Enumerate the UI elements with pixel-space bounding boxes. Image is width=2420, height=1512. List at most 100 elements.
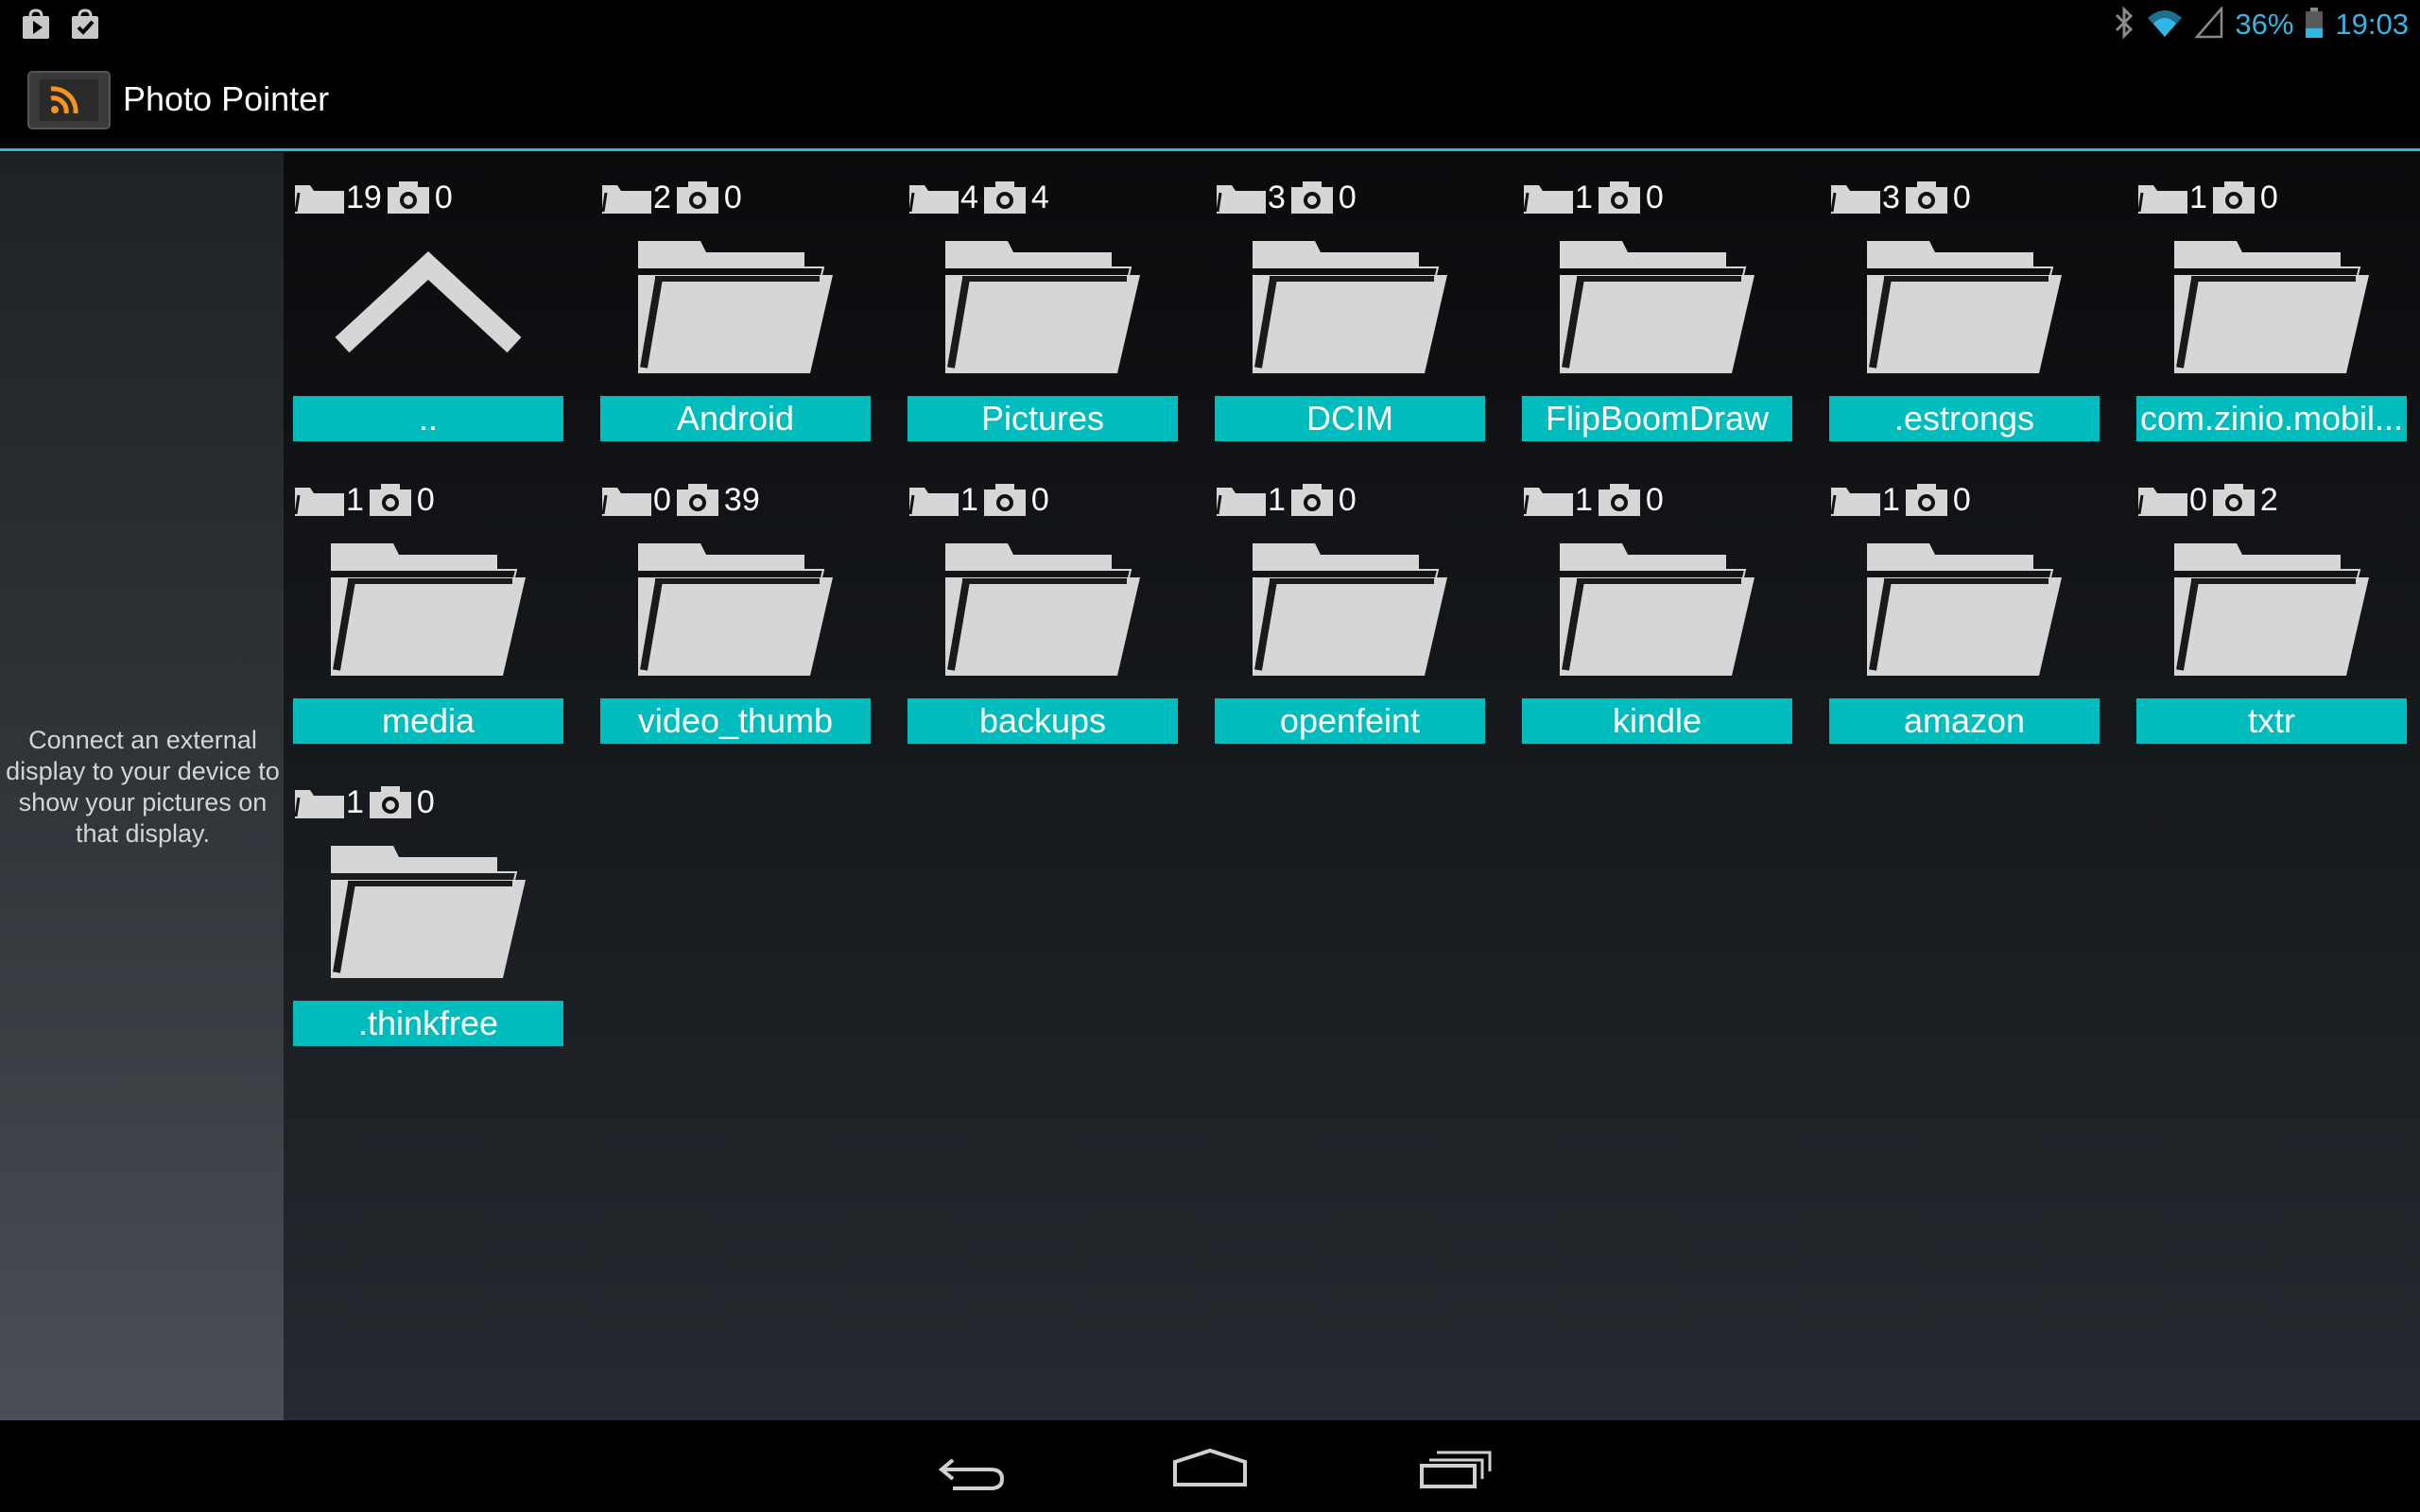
photo-count: 2 [2259, 482, 2278, 518]
camera-icon [1900, 180, 1949, 215]
app-title: Photo Pointer [123, 79, 330, 118]
subfolder-count: 3 [1882, 180, 1900, 215]
folder-tile[interactable]: 1 0 kindle [1522, 468, 1792, 744]
camera-icon [1286, 180, 1335, 215]
folder-tile[interactable]: 0 39 video_thumb [600, 468, 871, 744]
folder-tile[interactable]: 1 0 openfeint [1215, 468, 1485, 744]
folder-counts: 10 [1829, 481, 1971, 519]
up-chevron-icon[interactable] [327, 232, 529, 383]
folder-name[interactable]: com.zinio.mobil... [2136, 396, 2407, 441]
photo-count: 0 [416, 784, 435, 820]
folder-name[interactable]: Android [600, 396, 871, 441]
subfolder-count: 1 [346, 482, 364, 518]
folder-name[interactable]: openfeint [1215, 698, 1485, 744]
folder-icon[interactable] [634, 534, 837, 685]
photo-count: 0 [723, 180, 742, 215]
subfolder-count-icon [2136, 180, 2189, 215]
folder-icon[interactable] [1249, 232, 1451, 383]
folder-icon[interactable] [1556, 534, 1758, 685]
folder-counts: 10 [908, 481, 1049, 519]
photo-count: 0 [1338, 482, 1357, 518]
subfolder-count: 0 [653, 482, 671, 518]
folder-tile[interactable]: 0 2 txtr [2136, 468, 2407, 744]
subfolder-count: 1 [960, 482, 978, 518]
folder-icon[interactable] [2170, 534, 2373, 685]
folder-tile[interactable]: 1 0 FlipBoomDraw [1522, 165, 1792, 441]
folder-icon[interactable] [1249, 534, 1451, 685]
folder-name[interactable]: DCIM [1215, 396, 1485, 441]
wifi-icon [2146, 7, 2184, 43]
camera-icon [978, 482, 1028, 518]
subfolder-count-icon [1829, 180, 1882, 215]
folder-tile[interactable]: 1 0 backups [908, 468, 1178, 744]
system-status: 36% 19:03 [2114, 0, 2409, 49]
recent-apps-icon[interactable] [1410, 1441, 1495, 1494]
folder-name[interactable]: video_thumb [600, 698, 871, 744]
external-display-message: Connect an external display to your devi… [6, 726, 280, 848]
camera-icon [1593, 482, 1642, 518]
photo-count: 0 [1338, 180, 1357, 215]
rss-feed-icon[interactable] [26, 70, 112, 130]
folder-name[interactable]: txtr [2136, 698, 2407, 744]
folder-counts: 19 0 [293, 179, 453, 216]
subfolder-count-icon [1215, 180, 1268, 215]
battery-icon [2305, 7, 2324, 43]
home-icon[interactable] [1167, 1441, 1253, 1494]
folder-icon[interactable] [1863, 232, 2066, 383]
folder-counts: 44 [908, 179, 1049, 216]
subfolder-count: 0 [2189, 482, 2207, 518]
folder-counts: 02 [2136, 481, 2278, 519]
photo-count: 4 [1030, 180, 1049, 215]
folder-icon[interactable] [634, 232, 837, 383]
photo-count: 0 [2259, 180, 2278, 215]
folder-name[interactable]: backups [908, 698, 1178, 744]
folder-counts: 20 [600, 179, 742, 216]
folder-tile[interactable]: 1 0 .thinkfree [293, 770, 563, 1046]
camera-icon [364, 482, 413, 518]
subfolder-count: 1 [1268, 482, 1286, 518]
battery-percent: 36% [2235, 8, 2294, 41]
subfolder-count: 2 [653, 180, 671, 215]
camera-icon [1286, 482, 1335, 518]
subfolder-count-icon [293, 784, 346, 820]
folder-tile[interactable]: 2 0 Android [600, 165, 871, 441]
folder-icon[interactable] [1863, 534, 2066, 685]
back-icon[interactable] [925, 1441, 1010, 1494]
status-bar: 36% 19:03 [0, 0, 2420, 49]
camera-icon [671, 180, 720, 215]
folder-name[interactable]: .estrongs [1829, 396, 2100, 441]
subfolder-count: 1 [2189, 180, 2207, 215]
folder-counts: 10 [1215, 481, 1357, 519]
folder-counts: 30 [1215, 179, 1357, 216]
folder-tile[interactable]: 1 0 amazon [1829, 468, 2100, 744]
folder-counts: 10 [2136, 179, 2278, 216]
camera-icon [382, 180, 431, 215]
folder-icon[interactable] [942, 232, 1144, 383]
folder-icon[interactable] [942, 534, 1144, 685]
folder-icon[interactable] [2170, 232, 2373, 383]
folder-icon[interactable] [1556, 232, 1758, 383]
folder-tile[interactable]: 3 0 DCIM [1215, 165, 1485, 441]
photo-count: 0 [434, 180, 453, 215]
folder-tile[interactable]: 3 0 .estrongs [1829, 165, 2100, 441]
folder-icon[interactable] [327, 534, 529, 685]
folder-name[interactable]: media [293, 698, 563, 744]
folder-name[interactable]: FlipBoomDraw [1522, 396, 1792, 441]
folder-icon[interactable] [327, 836, 529, 988]
folder-name[interactable]: .. [293, 396, 563, 441]
photo-count: 0 [416, 482, 435, 518]
folder-name[interactable]: kindle [1522, 698, 1792, 744]
folder-name[interactable]: .thinkfree [293, 1001, 563, 1046]
folder-name[interactable]: amazon [1829, 698, 2100, 744]
camera-icon [671, 482, 720, 518]
subfolder-count: 1 [346, 784, 364, 820]
folder-tile[interactable]: 4 4 Pictures [908, 165, 1178, 441]
folder-name[interactable]: Pictures [908, 396, 1178, 441]
store-check-icon[interactable] [68, 8, 102, 42]
folder-tile[interactable]: 1 0 com.zinio.mobil... [2136, 165, 2407, 441]
photo-count: 0 [1030, 482, 1049, 518]
folder-tile[interactable]: 19 0.. [293, 165, 563, 441]
folder-counts: 10 [1522, 481, 1664, 519]
play-store-icon[interactable] [19, 8, 53, 42]
folder-tile[interactable]: 1 0 media [293, 468, 563, 744]
